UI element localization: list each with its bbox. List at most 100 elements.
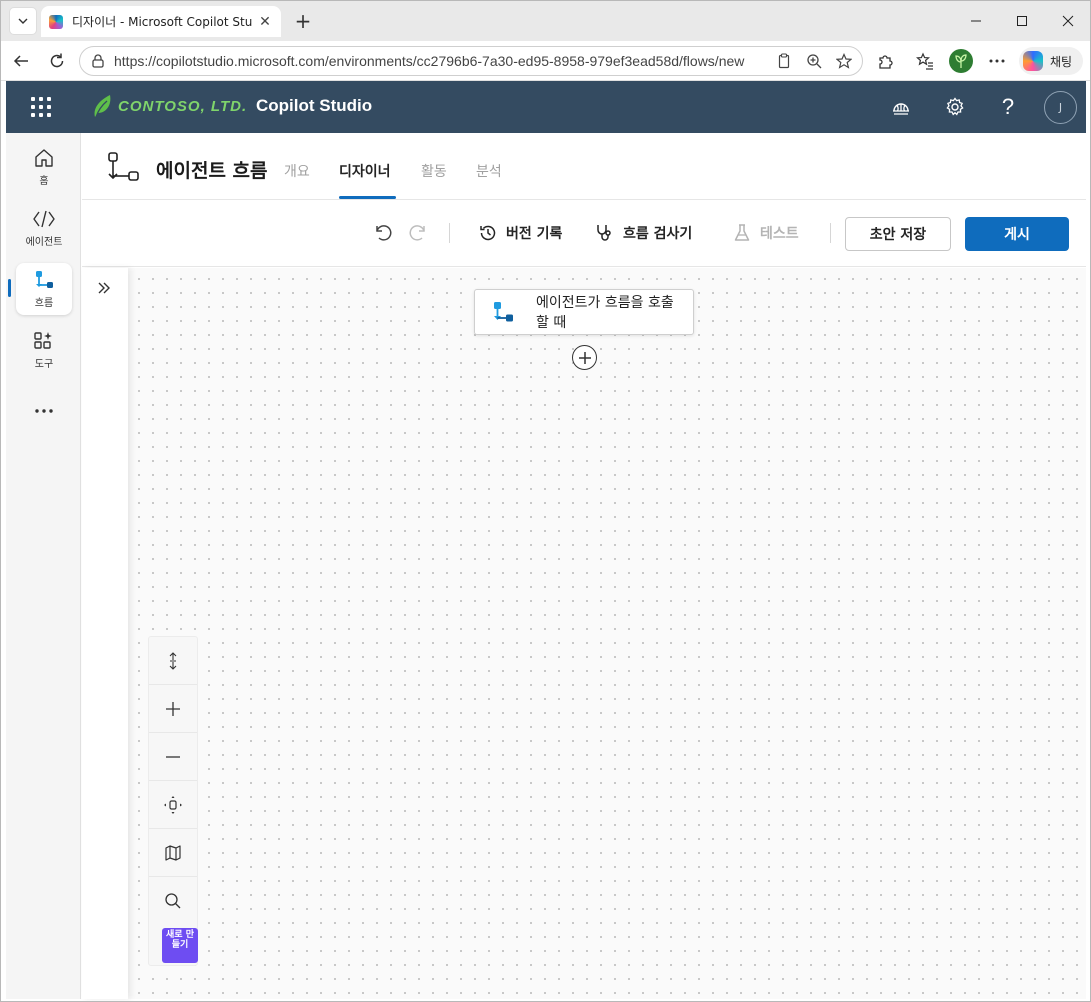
rail-item-label: 흐름 [34, 298, 54, 309]
settings-button[interactable] [943, 95, 967, 119]
double-chevron-right-icon [98, 282, 110, 294]
redo-button[interactable] [407, 222, 429, 244]
trigger-node-label: 에이전트가 흐름을 호출할 때 [536, 295, 674, 331]
rail-item-flows[interactable]: 흐름 [16, 263, 72, 315]
map-icon [165, 844, 181, 861]
lock-icon[interactable] [90, 53, 106, 69]
rail-more-button[interactable] [16, 385, 72, 437]
rail-item-tools[interactable]: 도구 [16, 324, 72, 376]
minimize-button[interactable] [953, 1, 999, 41]
redo-icon [409, 225, 425, 241]
toolbar-divider [449, 223, 450, 243]
minimize-icon [971, 20, 981, 22]
tab-overview[interactable]: 개요 [284, 161, 310, 181]
toolbar-divider [830, 223, 831, 243]
flow-checker-button[interactable]: 흐름 검사기 [595, 221, 692, 245]
refresh-button[interactable] [45, 49, 69, 73]
plus-icon [578, 351, 591, 364]
extensions-button[interactable] [873, 49, 897, 73]
trigger-node[interactable]: 에이전트가 흐름을 호출할 때 [474, 289, 694, 335]
home-icon [35, 149, 53, 167]
flow-trigger-icon [494, 302, 513, 322]
flow-canvas[interactable]: 에이전트가 흐름을 호출할 때 새로 만들기 [128, 268, 1086, 999]
version-history-label: 버전 기록 [506, 226, 563, 242]
globe-environment-icon [893, 103, 909, 115]
more-dots-icon [989, 59, 1005, 63]
tab-actions-button[interactable] [9, 7, 37, 35]
publish-button[interactable]: 게시 [965, 217, 1069, 251]
canvas-controls: 새로 만들기 [148, 636, 198, 966]
browser-tab[interactable]: 디자이너 - Microsoft Copilot Studio ✕ [41, 6, 281, 37]
history-icon [480, 225, 496, 241]
fit-view-button[interactable] [149, 781, 197, 829]
version-history-button[interactable]: 버전 기록 [478, 221, 562, 245]
tab-designer[interactable]: 디자이너 [339, 161, 391, 181]
undo-icon [376, 225, 392, 241]
refresh-icon [50, 53, 64, 68]
reading-view-icon[interactable] [774, 51, 794, 71]
new-tab-button[interactable]: + [291, 9, 315, 33]
plus-icon [166, 701, 180, 716]
zoom-icon[interactable] [804, 51, 824, 71]
fit-vertical-button[interactable] [149, 637, 197, 685]
gear-icon [946, 97, 964, 116]
favorites-list-icon [916, 52, 933, 70]
rail-item-label: 홈 [39, 176, 49, 187]
undo-button[interactable] [372, 222, 394, 244]
add-action-button[interactable] [572, 345, 597, 370]
url-text[interactable]: https://copilotstudio.microsoft.com/envi… [114, 53, 744, 69]
chevron-down-icon [18, 18, 28, 24]
copilot-chat-button[interactable]: 채팅 [1019, 47, 1083, 75]
active-tab-underline [339, 196, 396, 199]
browser-window: 디자이너 - Microsoft Copilot Studio ✕ + http… [0, 0, 1091, 1002]
leaf-logo-icon [94, 95, 111, 118]
expand-panel-button[interactable] [94, 278, 114, 298]
browser-titlebar: 디자이너 - Microsoft Copilot Studio ✕ + [1, 1, 1090, 41]
minimap-button[interactable] [149, 829, 197, 877]
environment-button[interactable] [889, 95, 913, 119]
test-label: 테스트 [760, 226, 799, 242]
app-launcher-icon[interactable] [31, 97, 51, 117]
save-draft-button[interactable]: 초안 저장 [845, 217, 951, 251]
flow-checker-label: 흐름 검사기 [623, 226, 693, 242]
rail-item-agents[interactable]: 에이전트 [16, 202, 72, 254]
maximize-button[interactable] [999, 1, 1045, 41]
plant-logo-icon [955, 54, 967, 68]
tab-analytics[interactable]: 분석 [476, 161, 502, 181]
test-button[interactable]: 테스트 [732, 221, 799, 245]
extensions-puzzle-icon [879, 55, 893, 69]
brand-name: CONTOSO, LTD. [118, 97, 248, 115]
close-tab-icon[interactable]: ✕ [257, 14, 273, 30]
page-header: 에이전트 흐름 개요 디자이너 활동 분석 [82, 134, 1086, 200]
zoom-in-button[interactable] [149, 685, 197, 733]
minus-icon [166, 755, 180, 758]
close-window-button[interactable] [1045, 1, 1090, 41]
search-icon [165, 893, 181, 909]
rail-item-label: 에이전트 [25, 237, 63, 248]
copilot-icon [1023, 51, 1043, 71]
left-navigation-rail: 홈 에이전트 흐름 도구 [6, 133, 81, 999]
zoom-out-button[interactable] [149, 733, 197, 781]
browser-menu-button[interactable] [985, 49, 1009, 73]
active-indicator [8, 279, 11, 297]
address-bar[interactable]: https://copilotstudio.microsoft.com/envi… [79, 46, 863, 76]
back-button[interactable] [9, 49, 33, 73]
stethoscope-icon [597, 225, 611, 241]
maximize-icon [1017, 16, 1027, 26]
browser-profile-avatar[interactable] [949, 49, 973, 73]
flask-icon [734, 224, 750, 241]
favorites-button[interactable] [913, 49, 937, 73]
browser-toolbar: https://copilotstudio.microsoft.com/envi… [1, 41, 1090, 81]
favorite-star-icon[interactable] [834, 51, 854, 71]
new-badge: 새로 만들기 [162, 928, 198, 963]
designer-toolbar: 버전 기록 흐름 검사기 테스트 초안 저장 게시 [82, 201, 1086, 267]
user-avatar[interactable]: J [1044, 91, 1077, 124]
agent-code-icon [33, 210, 55, 228]
rail-item-home[interactable]: 홈 [16, 141, 72, 193]
arrows-vertical-icon [169, 651, 177, 670]
tab-activity[interactable]: 활동 [421, 161, 447, 181]
fit-view-icon [164, 795, 182, 814]
search-button[interactable] [149, 877, 197, 925]
help-icon[interactable]: ? [996, 94, 1020, 119]
chat-label: 채팅 [1050, 54, 1073, 69]
